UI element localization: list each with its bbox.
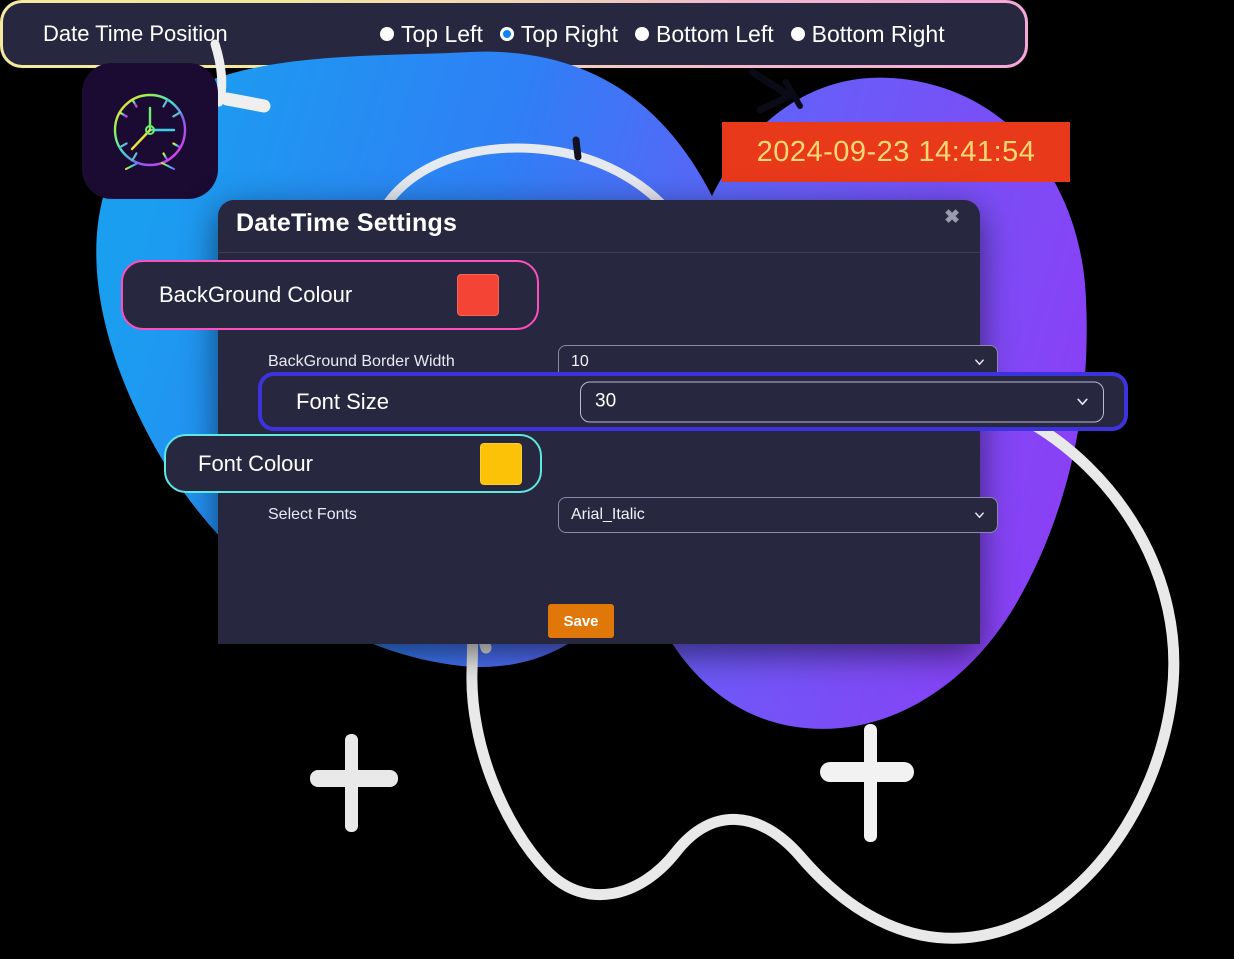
screenshot-root: 2024-09-23 14:41:54 DateTime Settings ✖ … — [0, 0, 1234, 959]
background-border-width-value: 10 — [571, 353, 589, 370]
timestamp-text: 2024-09-23 14:41:54 — [756, 135, 1036, 168]
font-colour-row[interactable]: Font Colour — [164, 434, 542, 493]
radio-dot[interactable] — [380, 27, 394, 41]
chevron-down-icon — [975, 512, 984, 519]
select-fonts-row: Select Fonts Arial_Italic — [268, 496, 998, 534]
background-colour-swatch[interactable] — [457, 274, 499, 316]
radio-dot[interactable] — [499, 27, 514, 41]
plus-decoration-right — [820, 724, 914, 842]
background-border-width-label: BackGround Border Width — [268, 353, 455, 370]
radio-bottom-right[interactable]: Bottom Right — [790, 20, 945, 48]
select-fonts-value: Arial_Italic — [571, 506, 645, 523]
background-colour-label: BackGround Colour — [159, 282, 353, 307]
font-size-label: Font Size — [296, 388, 389, 414]
font-colour-swatch[interactable] — [480, 442, 522, 485]
clock-icon — [82, 63, 218, 199]
radio-label: Bottom Right — [811, 20, 945, 47]
plus-decoration-left — [310, 734, 398, 832]
timestamp-badge: 2024-09-23 14:41:54 — [722, 122, 1070, 182]
date-time-position-inner: Date Time Position Top Left Top Right Bo… — [3, 3, 1025, 65]
date-time-position-radio-group: Top Left Top Right Bottom Left Bottom Ri… — [380, 21, 945, 48]
radio-top-right[interactable]: Top Right — [499, 20, 619, 48]
dialog-header: DateTime Settings ✖ — [218, 200, 980, 253]
radio-label: Top Left — [401, 20, 483, 47]
chevron-down-icon — [1077, 398, 1088, 406]
font-size-row[interactable]: Font Size 30 — [258, 372, 1128, 431]
select-fonts-select[interactable]: Arial_Italic — [558, 497, 998, 533]
date-time-position-row[interactable]: Date Time Position Top Left Top Right Bo… — [0, 0, 1028, 68]
radio-bottom-left[interactable]: Bottom Left — [635, 21, 774, 48]
clock-icon-glyph — [110, 93, 190, 171]
background-colour-row[interactable]: BackGround Colour — [121, 260, 539, 330]
save-button[interactable]: Save — [548, 604, 614, 638]
font-size-select[interactable]: 30 — [580, 381, 1104, 422]
radio-dot[interactable] — [635, 27, 650, 41]
page-title: DateTime Settings — [236, 209, 458, 237]
font-colour-label: Font Colour — [198, 450, 313, 476]
radio-top-left[interactable]: Top Left — [380, 21, 483, 48]
select-fonts-label: Select Fonts — [268, 506, 357, 523]
radio-label: Bottom Left — [656, 20, 774, 47]
radio-label: Top Right — [520, 20, 619, 47]
radio-dot[interactable] — [790, 27, 805, 41]
chevron-down-icon — [975, 359, 984, 366]
date-time-position-label: Date Time Position — [43, 21, 228, 46]
font-size-value: 30 — [595, 390, 617, 412]
close-icon[interactable]: ✖ — [944, 208, 960, 227]
